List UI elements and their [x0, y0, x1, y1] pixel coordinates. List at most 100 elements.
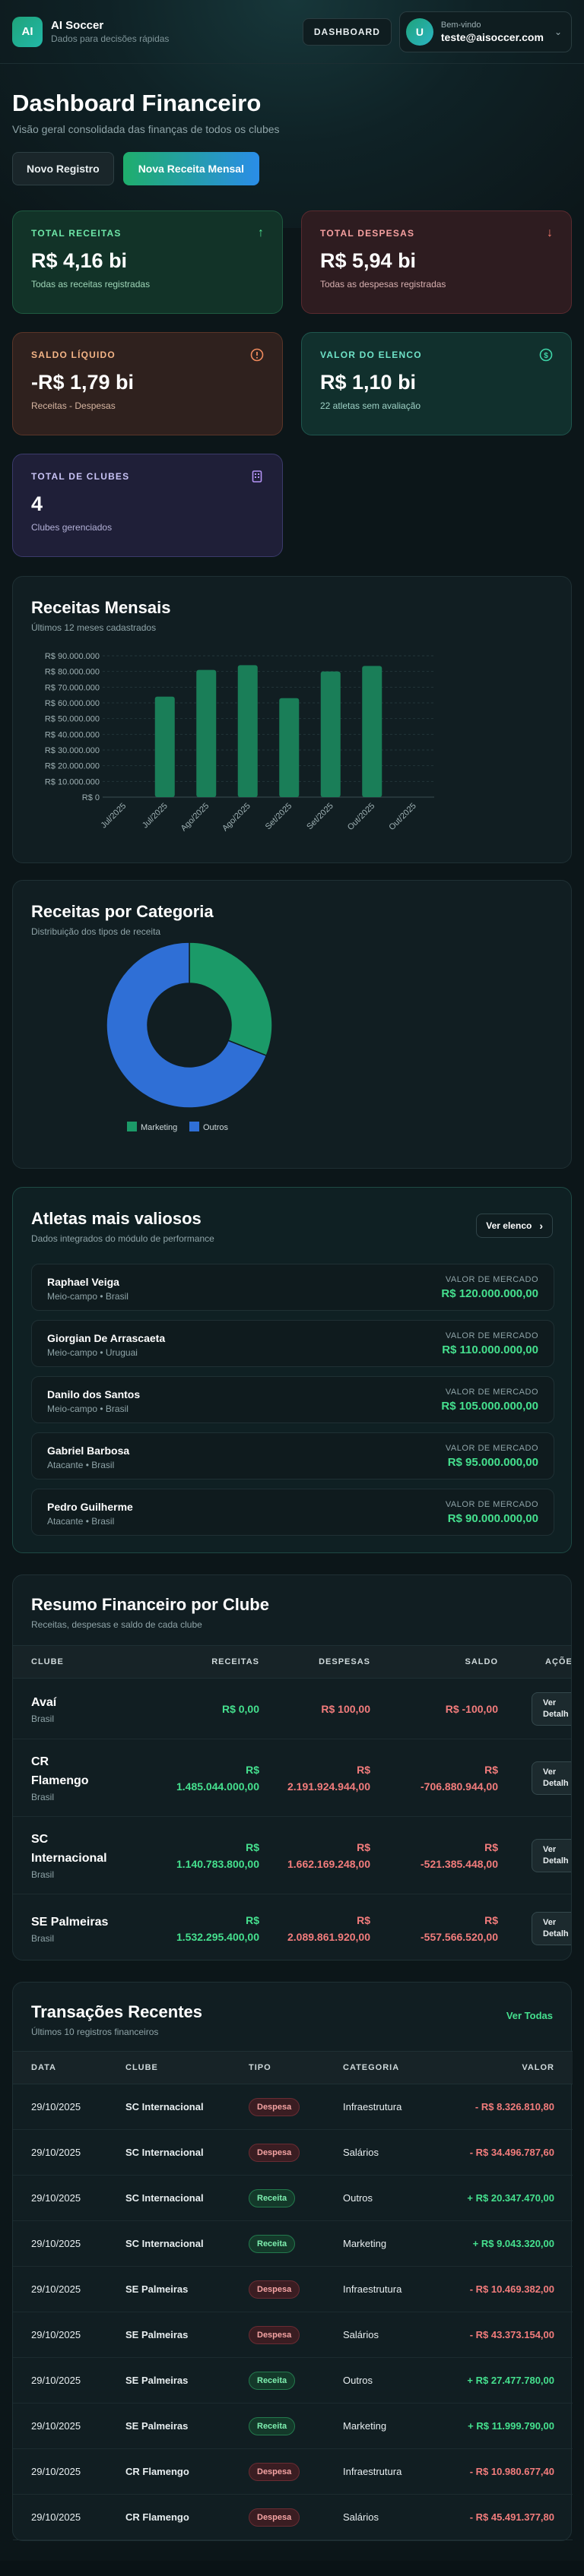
revenue-bar[interactable] — [237, 665, 258, 797]
athlete-card[interactable]: Pedro Guilherme Atacante • Brasil VALOR DE… — [31, 1489, 554, 1536]
panel-title: Receitas por Categoria — [31, 902, 214, 921]
kpi-label: TOTAL DE CLUBES — [31, 471, 130, 482]
donut-slice-marketing[interactable] — [189, 941, 273, 1057]
logo[interactable]: AI — [12, 16, 43, 47]
kpi-total-clubs: TOTAL DE CLUBES 4 Clubes gerenciados — [12, 454, 283, 557]
tx-value: - R$ 34.496.787,60 — [469, 2147, 554, 2158]
club-receitas: R$ 1.140.783.800,00 — [176, 1839, 259, 1872]
revenue-bar[interactable] — [279, 698, 300, 797]
despesas-value: R$ — [357, 1841, 370, 1853]
panel-title: Resumo Financeiro por Clube — [31, 1595, 269, 1614]
transaction-row[interactable]: 29/10/2025 SE Palmeiras Receita Marketing + … — [13, 2404, 573, 2449]
view-details-button[interactable]: Ver Detalh — [532, 1912, 571, 1945]
details-label: Detalh — [543, 1929, 569, 1938]
tx-value: - R$ 45.491.377,80 — [469, 2511, 554, 2523]
legend-swatch — [127, 1122, 137, 1131]
new-record-button[interactable]: Novo Registro — [12, 152, 114, 185]
transactions-table-header: DATA CLUBE TIPO CATEGORIA VALOR — [13, 2051, 573, 2084]
transaction-row[interactable]: 29/10/2025 SC Internacional Receita Outros +… — [13, 2176, 573, 2221]
chevron-right-icon: › — [539, 1220, 543, 1232]
y-tick-label: R$ 90.000.000 — [45, 652, 100, 661]
category-revenue-panel: Receitas por Categoria Distribuição dos … — [12, 880, 572, 1169]
transaction-row[interactable]: 29/10/2025 SC Internacional Receita Marketi… — [13, 2221, 573, 2267]
receitas-value: R$ — [246, 1841, 259, 1853]
col-type: TIPO — [249, 2063, 271, 2072]
view-squad-button[interactable]: Ver elenco › — [476, 1214, 553, 1238]
revenue-bar[interactable] — [320, 671, 341, 797]
market-value-label: VALOR DE MERCADO — [445, 1444, 538, 1453]
tx-category: Salários — [343, 2147, 379, 2158]
x-tick-label: Ago/2025 — [179, 802, 211, 834]
kpi-label: SALDO LÍQUIDO — [31, 350, 116, 360]
club-row: Avaí Brasil R$ 0,00 R$ 100,00 R$ -100,00 Ver D… — [13, 1679, 571, 1739]
x-tick-label: Set/2025 — [305, 802, 335, 832]
athlete-name: Gabriel Barbosa — [47, 1445, 130, 1457]
tx-value: - R$ 8.326.810,80 — [474, 2101, 554, 2112]
page-bottom — [0, 2561, 584, 2576]
x-tick-label: Jul/2025 — [141, 802, 170, 831]
transaction-row[interactable]: 29/10/2025 SE Palmeiras Despesa Infraestrut… — [13, 2267, 573, 2312]
view-label: Ver — [543, 1698, 557, 1707]
new-monthly-revenue-button[interactable]: Nova Receita Mensal — [122, 152, 259, 185]
page-subtitle: Visão geral consolidada das finanças de … — [12, 123, 280, 135]
tx-date: 29/10/2025 — [31, 2420, 81, 2432]
despesas-value: 1.662.169.248,00 — [287, 1858, 370, 1870]
transaction-row[interactable]: 29/10/2025 SE Palmeiras Receita Outros + R$ … — [13, 2358, 573, 2404]
building-icon — [250, 470, 264, 487]
transaction-row[interactable]: 29/10/2025 CR Flamengo Despesa Salários - R$… — [13, 2495, 573, 2540]
tx-date: 29/10/2025 — [31, 2329, 81, 2340]
tx-value: - R$ 10.980.677,40 — [469, 2466, 554, 2477]
col-value: VALOR — [522, 2063, 554, 2072]
tx-category: Infraestrutura — [343, 2101, 402, 2112]
top-athletes-panel: Atletas mais valiosos Dados integrados d… — [12, 1187, 572, 1553]
tx-date: 29/10/2025 — [31, 2101, 81, 2112]
arrow-up-icon: ↑ — [258, 226, 264, 239]
club-row: SE Palmeiras Brasil R$ 1.532.295.400,00 R$ 2.… — [13, 1894, 571, 1960]
athlete-card[interactable]: Danilo dos Santos Meio-campo • Brasil VALO… — [31, 1376, 554, 1423]
monthly-revenue-panel: Receitas Mensais Últimos 12 meses cadast… — [12, 576, 572, 863]
transaction-row[interactable]: 29/10/2025 SC Internacional Despesa Salário… — [13, 2130, 573, 2176]
tx-club: CR Flamengo — [125, 2466, 189, 2477]
tx-club: SC Internacional — [125, 2192, 204, 2204]
kpi-total-expenses: TOTAL DESPESAS R$ 5,94 bi Todas as despe… — [301, 210, 572, 314]
tx-date: 29/10/2025 — [31, 2375, 81, 2386]
panel-subtitle: Últimos 12 meses cadastrados — [31, 622, 157, 633]
club-name: Flamengo — [31, 1774, 89, 1787]
tx-club: SC Internacional — [125, 2101, 204, 2112]
view-details-button[interactable]: Ver Detalh — [532, 1692, 571, 1726]
expense-badge: Despesa — [249, 2463, 300, 2481]
y-tick-label: R$ 50.000.000 — [45, 715, 100, 724]
view-all-link[interactable]: Ver Todas — [506, 2010, 553, 2021]
club-saldo: R$ -100,00 — [446, 1701, 498, 1717]
transaction-row[interactable]: 29/10/2025 CR Flamengo Despesa Infraestrutu… — [13, 2449, 573, 2495]
user-menu[interactable]: U Bem-vindo teste@aisoccer.com ⌄ — [398, 11, 572, 52]
transaction-row[interactable]: 29/10/2025 SC Internacional Despesa Infraes… — [13, 2084, 573, 2130]
view-label: Ver — [543, 1767, 557, 1777]
y-tick-label: R$ 10.000.000 — [45, 777, 100, 786]
tx-value: + R$ 20.347.470,00 — [467, 2192, 554, 2204]
club-cell: SC Internacional Brasil — [31, 1830, 122, 1880]
expense-badge: Despesa — [249, 2326, 300, 2344]
athlete-card[interactable]: Giorgian De Arrascaeta Meio-campo • Urugu… — [31, 1320, 554, 1367]
athlete-name: Pedro Guilherme — [47, 1501, 133, 1513]
athlete-card[interactable]: Raphael Veiga Meio-campo • Brasil VALOR DE… — [31, 1264, 554, 1311]
athlete-card[interactable]: Gabriel Barbosa Atacante • Brasil VALOR DE… — [31, 1432, 554, 1479]
club-name: CR — [31, 1755, 49, 1768]
athlete-name: Raphael Veiga — [47, 1276, 119, 1288]
view-details-button[interactable]: Ver Detalh — [532, 1839, 571, 1872]
panel-title: Transações Recentes — [31, 2002, 203, 2021]
tx-category: Salários — [343, 2329, 379, 2340]
revenue-bar[interactable] — [196, 669, 217, 797]
page-title: Dashboard Financeiro — [12, 90, 262, 116]
view-details-button[interactable]: Ver Detalh — [532, 1761, 571, 1795]
legend-label: Outros — [203, 1123, 229, 1132]
panel-subtitle: Últimos 10 registros financeiros — [31, 2027, 159, 2037]
receitas-value: R$ — [246, 1764, 259, 1776]
transaction-row[interactable]: 29/10/2025 SE Palmeiras Despesa Salários - R… — [13, 2312, 573, 2358]
y-tick-label: R$ 0 — [82, 793, 100, 802]
revenue-bar[interactable] — [154, 696, 175, 797]
tx-category: Marketing — [343, 2420, 387, 2432]
dashboard-button[interactable]: DASHBOARD — [302, 17, 392, 46]
athlete-name: Giorgian De Arrascaeta — [47, 1332, 166, 1344]
revenue-bar[interactable] — [362, 666, 382, 797]
